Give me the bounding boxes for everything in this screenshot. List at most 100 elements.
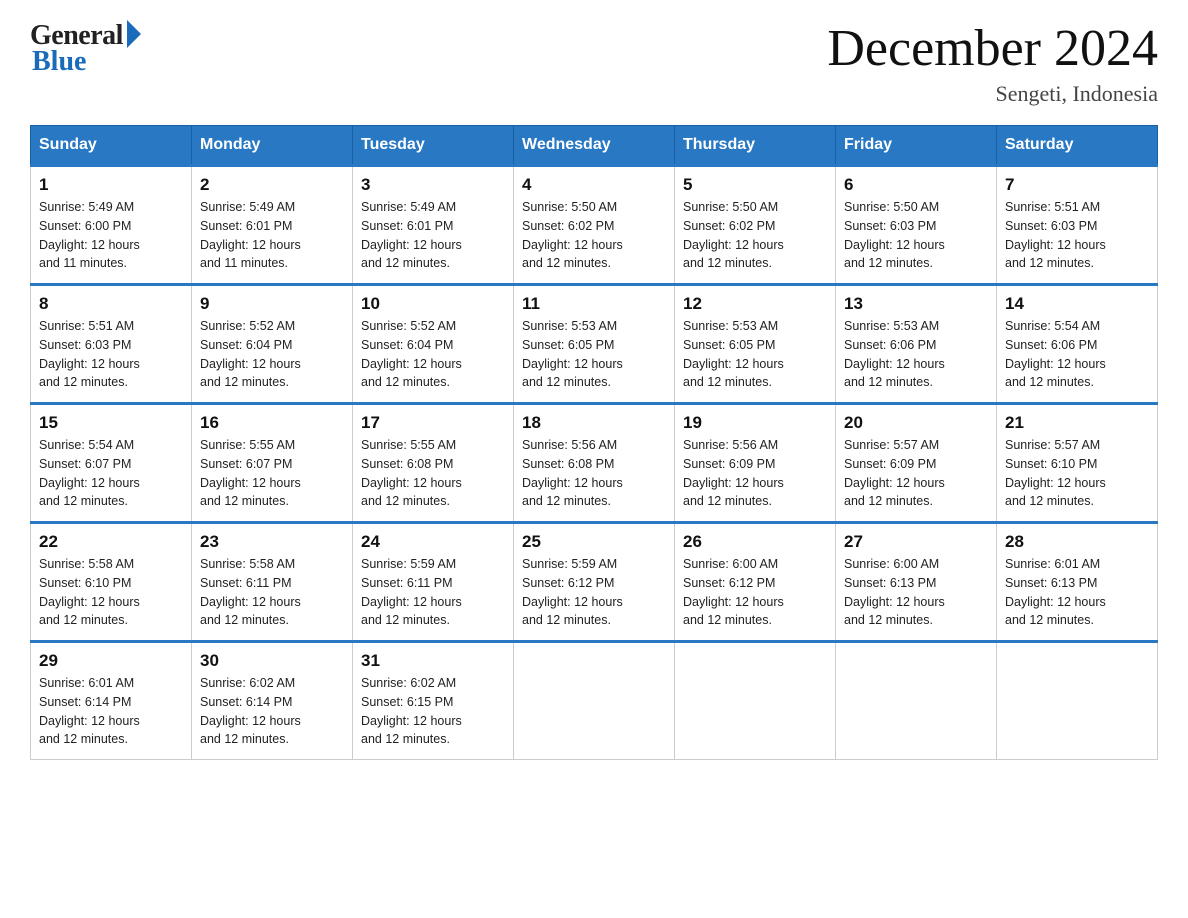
calendar-cell: 10 Sunrise: 5:52 AMSunset: 6:04 PMDaylig… xyxy=(353,285,514,404)
day-info: Sunrise: 5:59 AMSunset: 6:12 PMDaylight:… xyxy=(522,557,623,627)
calendar-header-wednesday: Wednesday xyxy=(514,126,675,166)
day-info: Sunrise: 6:01 AMSunset: 6:14 PMDaylight:… xyxy=(39,676,140,746)
calendar-cell: 12 Sunrise: 5:53 AMSunset: 6:05 PMDaylig… xyxy=(675,285,836,404)
day-info: Sunrise: 5:55 AMSunset: 6:07 PMDaylight:… xyxy=(200,438,301,508)
day-number: 17 xyxy=(361,413,505,433)
calendar-cell: 28 Sunrise: 6:01 AMSunset: 6:13 PMDaylig… xyxy=(997,523,1158,642)
calendar-header-friday: Friday xyxy=(836,126,997,166)
calendar-cell: 14 Sunrise: 5:54 AMSunset: 6:06 PMDaylig… xyxy=(997,285,1158,404)
calendar-header-tuesday: Tuesday xyxy=(353,126,514,166)
day-number: 23 xyxy=(200,532,344,552)
calendar-cell: 26 Sunrise: 6:00 AMSunset: 6:12 PMDaylig… xyxy=(675,523,836,642)
day-number: 13 xyxy=(844,294,988,314)
calendar-cell: 5 Sunrise: 5:50 AMSunset: 6:02 PMDayligh… xyxy=(675,166,836,285)
day-number: 9 xyxy=(200,294,344,314)
calendar-cell: 17 Sunrise: 5:55 AMSunset: 6:08 PMDaylig… xyxy=(353,404,514,523)
page-header: General Blue December 2024 Sengeti, Indo… xyxy=(30,20,1158,107)
day-info: Sunrise: 6:00 AMSunset: 6:12 PMDaylight:… xyxy=(683,557,784,627)
month-title: December 2024 xyxy=(827,20,1158,77)
calendar-cell: 13 Sunrise: 5:53 AMSunset: 6:06 PMDaylig… xyxy=(836,285,997,404)
calendar-table: SundayMondayTuesdayWednesdayThursdayFrid… xyxy=(30,125,1158,760)
day-number: 6 xyxy=(844,175,988,195)
day-info: Sunrise: 5:54 AMSunset: 6:06 PMDaylight:… xyxy=(1005,319,1106,389)
day-info: Sunrise: 5:51 AMSunset: 6:03 PMDaylight:… xyxy=(1005,200,1106,270)
calendar-cell: 30 Sunrise: 6:02 AMSunset: 6:14 PMDaylig… xyxy=(192,642,353,760)
day-number: 14 xyxy=(1005,294,1149,314)
day-info: Sunrise: 5:49 AMSunset: 6:01 PMDaylight:… xyxy=(200,200,301,270)
calendar-cell: 19 Sunrise: 5:56 AMSunset: 6:09 PMDaylig… xyxy=(675,404,836,523)
day-info: Sunrise: 5:52 AMSunset: 6:04 PMDaylight:… xyxy=(200,319,301,389)
day-number: 4 xyxy=(522,175,666,195)
day-info: Sunrise: 5:52 AMSunset: 6:04 PMDaylight:… xyxy=(361,319,462,389)
day-info: Sunrise: 5:56 AMSunset: 6:09 PMDaylight:… xyxy=(683,438,784,508)
calendar-cell: 4 Sunrise: 5:50 AMSunset: 6:02 PMDayligh… xyxy=(514,166,675,285)
day-info: Sunrise: 6:01 AMSunset: 6:13 PMDaylight:… xyxy=(1005,557,1106,627)
calendar-week-row: 15 Sunrise: 5:54 AMSunset: 6:07 PMDaylig… xyxy=(31,404,1158,523)
title-area: December 2024 Sengeti, Indonesia xyxy=(827,20,1158,107)
calendar-week-row: 8 Sunrise: 5:51 AMSunset: 6:03 PMDayligh… xyxy=(31,285,1158,404)
day-number: 28 xyxy=(1005,532,1149,552)
day-info: Sunrise: 5:50 AMSunset: 6:03 PMDaylight:… xyxy=(844,200,945,270)
calendar-cell: 21 Sunrise: 5:57 AMSunset: 6:10 PMDaylig… xyxy=(997,404,1158,523)
calendar-cell: 2 Sunrise: 5:49 AMSunset: 6:01 PMDayligh… xyxy=(192,166,353,285)
day-number: 12 xyxy=(683,294,827,314)
calendar-cell: 31 Sunrise: 6:02 AMSunset: 6:15 PMDaylig… xyxy=(353,642,514,760)
calendar-cell: 16 Sunrise: 5:55 AMSunset: 6:07 PMDaylig… xyxy=(192,404,353,523)
day-number: 15 xyxy=(39,413,183,433)
calendar-week-row: 22 Sunrise: 5:58 AMSunset: 6:10 PMDaylig… xyxy=(31,523,1158,642)
day-number: 21 xyxy=(1005,413,1149,433)
calendar-cell: 25 Sunrise: 5:59 AMSunset: 6:12 PMDaylig… xyxy=(514,523,675,642)
day-info: Sunrise: 5:59 AMSunset: 6:11 PMDaylight:… xyxy=(361,557,462,627)
day-info: Sunrise: 5:50 AMSunset: 6:02 PMDaylight:… xyxy=(522,200,623,270)
calendar-cell: 6 Sunrise: 5:50 AMSunset: 6:03 PMDayligh… xyxy=(836,166,997,285)
day-number: 19 xyxy=(683,413,827,433)
day-info: Sunrise: 5:55 AMSunset: 6:08 PMDaylight:… xyxy=(361,438,462,508)
day-info: Sunrise: 5:53 AMSunset: 6:05 PMDaylight:… xyxy=(522,319,623,389)
day-number: 7 xyxy=(1005,175,1149,195)
calendar-week-row: 29 Sunrise: 6:01 AMSunset: 6:14 PMDaylig… xyxy=(31,642,1158,760)
calendar-cell: 9 Sunrise: 5:52 AMSunset: 6:04 PMDayligh… xyxy=(192,285,353,404)
calendar-header-row: SundayMondayTuesdayWednesdayThursdayFrid… xyxy=(31,126,1158,166)
day-info: Sunrise: 5:49 AMSunset: 6:00 PMDaylight:… xyxy=(39,200,140,270)
day-number: 24 xyxy=(361,532,505,552)
day-info: Sunrise: 5:51 AMSunset: 6:03 PMDaylight:… xyxy=(39,319,140,389)
day-number: 8 xyxy=(39,294,183,314)
calendar-cell xyxy=(997,642,1158,760)
calendar-week-row: 1 Sunrise: 5:49 AMSunset: 6:00 PMDayligh… xyxy=(31,166,1158,285)
day-info: Sunrise: 5:53 AMSunset: 6:06 PMDaylight:… xyxy=(844,319,945,389)
calendar-header-monday: Monday xyxy=(192,126,353,166)
location-label: Sengeti, Indonesia xyxy=(827,81,1158,107)
calendar-cell: 18 Sunrise: 5:56 AMSunset: 6:08 PMDaylig… xyxy=(514,404,675,523)
calendar-header-saturday: Saturday xyxy=(997,126,1158,166)
day-number: 22 xyxy=(39,532,183,552)
calendar-cell: 8 Sunrise: 5:51 AMSunset: 6:03 PMDayligh… xyxy=(31,285,192,404)
day-number: 31 xyxy=(361,651,505,671)
day-number: 26 xyxy=(683,532,827,552)
calendar-cell: 23 Sunrise: 5:58 AMSunset: 6:11 PMDaylig… xyxy=(192,523,353,642)
day-number: 18 xyxy=(522,413,666,433)
calendar-cell: 15 Sunrise: 5:54 AMSunset: 6:07 PMDaylig… xyxy=(31,404,192,523)
day-number: 25 xyxy=(522,532,666,552)
calendar-header-thursday: Thursday xyxy=(675,126,836,166)
day-info: Sunrise: 5:57 AMSunset: 6:09 PMDaylight:… xyxy=(844,438,945,508)
day-number: 3 xyxy=(361,175,505,195)
calendar-cell: 7 Sunrise: 5:51 AMSunset: 6:03 PMDayligh… xyxy=(997,166,1158,285)
day-info: Sunrise: 5:57 AMSunset: 6:10 PMDaylight:… xyxy=(1005,438,1106,508)
logo-triangle-icon xyxy=(127,20,141,48)
day-info: Sunrise: 6:02 AMSunset: 6:15 PMDaylight:… xyxy=(361,676,462,746)
day-info: Sunrise: 5:58 AMSunset: 6:11 PMDaylight:… xyxy=(200,557,301,627)
day-number: 27 xyxy=(844,532,988,552)
calendar-cell: 22 Sunrise: 5:58 AMSunset: 6:10 PMDaylig… xyxy=(31,523,192,642)
day-number: 2 xyxy=(200,175,344,195)
day-number: 5 xyxy=(683,175,827,195)
logo: General Blue xyxy=(30,20,141,78)
day-number: 1 xyxy=(39,175,183,195)
calendar-cell: 29 Sunrise: 6:01 AMSunset: 6:14 PMDaylig… xyxy=(31,642,192,760)
day-info: Sunrise: 5:49 AMSunset: 6:01 PMDaylight:… xyxy=(361,200,462,270)
day-number: 11 xyxy=(522,294,666,314)
calendar-cell: 20 Sunrise: 5:57 AMSunset: 6:09 PMDaylig… xyxy=(836,404,997,523)
logo-blue-text: Blue xyxy=(32,46,86,78)
day-number: 10 xyxy=(361,294,505,314)
day-number: 16 xyxy=(200,413,344,433)
calendar-cell: 24 Sunrise: 5:59 AMSunset: 6:11 PMDaylig… xyxy=(353,523,514,642)
